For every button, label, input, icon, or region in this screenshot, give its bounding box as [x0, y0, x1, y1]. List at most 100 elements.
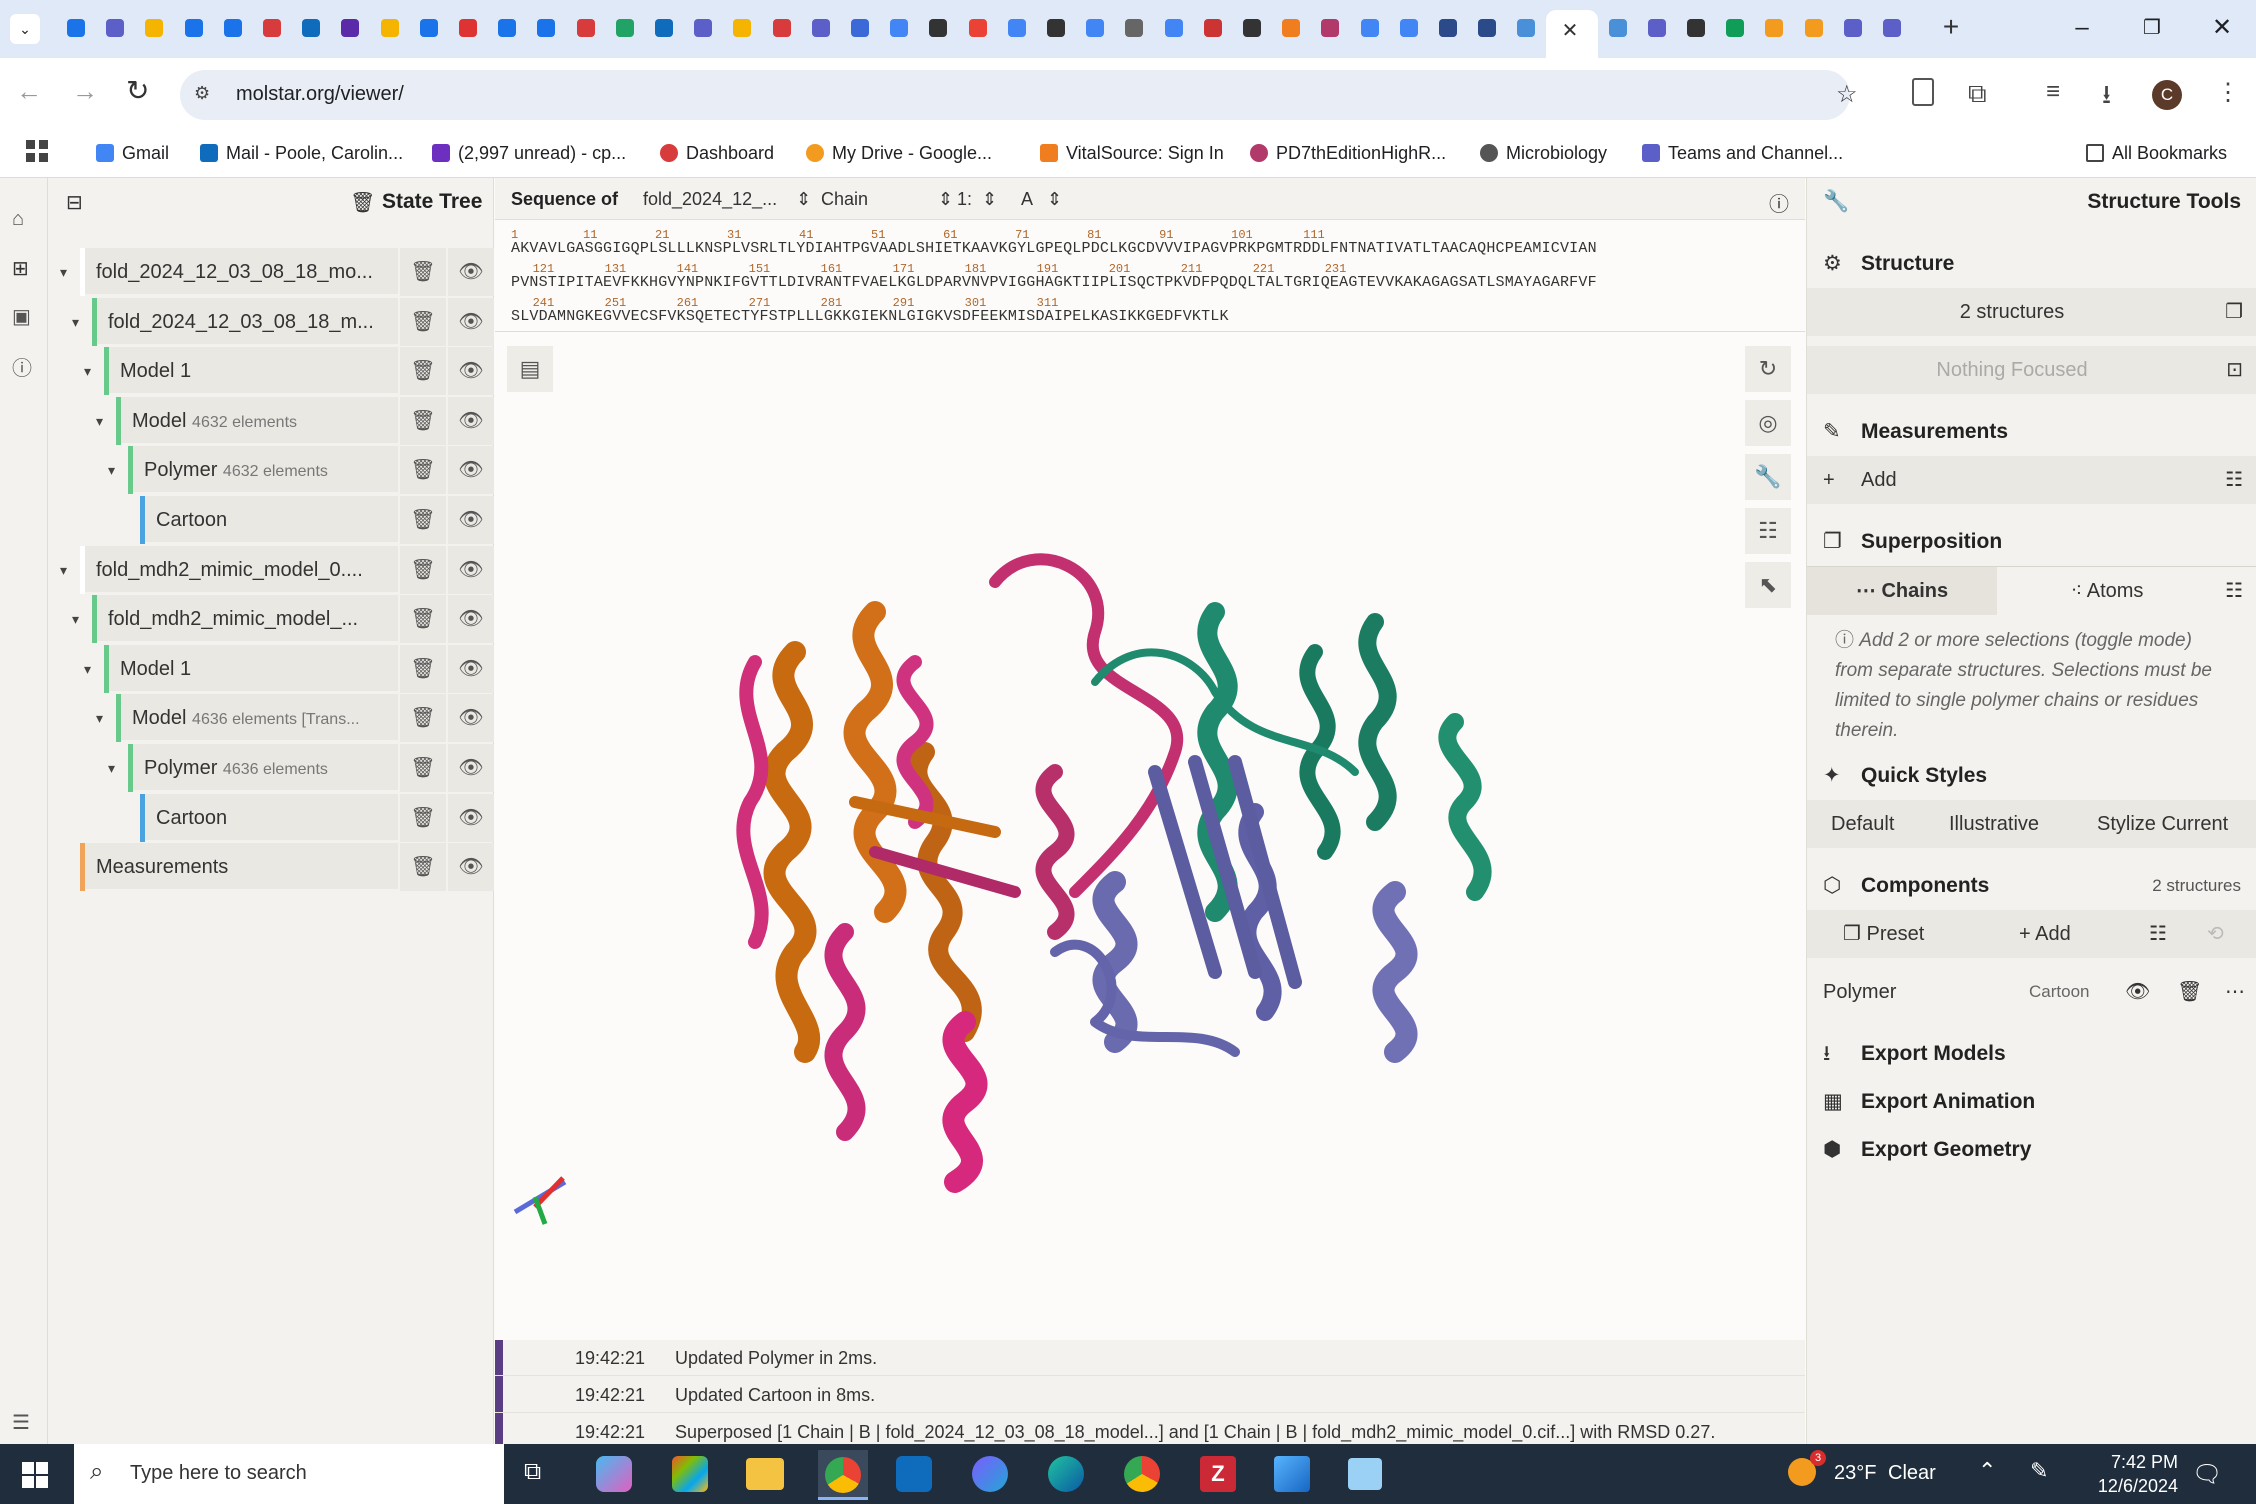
sequence-row[interactable]: SLVDAMNGKEGVVECSFVKSQETECTYFSTPLLLGKKGIE…	[511, 308, 1229, 325]
tab[interactable]	[572, 13, 600, 43]
state-tree-node[interactable]: ▾ fold_2024_12_03_08_18_mo... 🗑 👁	[60, 248, 494, 296]
sequence-view[interactable]: 1 11 21 31 41 51 61 71 81 91 101 111 AKV…	[495, 220, 1805, 332]
protein-cartoon-render[interactable]	[495, 332, 1805, 1340]
expand-caret-icon[interactable]: ▾	[96, 710, 103, 727]
bookmark-microbiology[interactable]: Microbiology	[1480, 138, 1607, 168]
profile-avatar[interactable]: C	[2152, 80, 2182, 110]
tab[interactable]	[415, 13, 443, 43]
superposition-section[interactable]: ❐ Superposition	[1807, 518, 2256, 566]
taskbar-app-photos[interactable]	[1274, 1456, 1310, 1492]
tab[interactable]	[1800, 13, 1828, 43]
tab[interactable]	[101, 13, 129, 43]
help-icon[interactable]: ⓘ	[12, 352, 32, 381]
measurements-add-button[interactable]: + Add ☷	[1807, 456, 2256, 504]
delete-node-icon[interactable]: 🗑	[398, 347, 446, 396]
reading-mode-icon[interactable]	[1912, 78, 1934, 106]
expand-caret-icon[interactable]: ▾	[60, 562, 67, 579]
delete-node-icon[interactable]: 🗑	[398, 545, 446, 594]
delete-node-icon[interactable]: 🗑	[398, 297, 446, 346]
visibility-eye-icon[interactable]: 👁	[446, 595, 494, 644]
tray-chevron-icon[interactable]: ⌃	[1978, 1458, 1996, 1484]
expand-caret-icon[interactable]: ▾	[84, 661, 91, 678]
taskbar-app-notes[interactable]	[1348, 1458, 1382, 1490]
expand-caret-icon[interactable]: ▾	[108, 760, 115, 777]
tab[interactable]	[807, 13, 835, 43]
clock-date[interactable]: 12/6/2024	[2080, 1476, 2178, 1497]
state-tree-node[interactable]: ▾ Polymer 4632 elements 🗑 👁	[108, 446, 494, 495]
taskbar-app-copilot-2[interactable]	[972, 1456, 1008, 1492]
bookmark-star-icon[interactable]: ☆	[1836, 80, 1858, 109]
tab[interactable]	[1473, 13, 1501, 43]
visibility-eye-icon[interactable]: 👁	[446, 297, 494, 346]
measurements-section[interactable]: ✎ Measurements	[1807, 408, 2256, 456]
tab[interactable]	[180, 13, 208, 43]
tab[interactable]	[1356, 13, 1384, 43]
export-animation-section[interactable]: ▦ Export Animation	[1807, 1078, 2256, 1126]
delete-node-icon[interactable]: 🗑	[398, 496, 446, 544]
delete-node-icon[interactable]: 🗑	[398, 793, 446, 842]
minimize-button[interactable]: –	[2062, 12, 2102, 44]
tab[interactable]	[1395, 13, 1423, 43]
export-geometry-section[interactable]: ⬢ Export Geometry	[1807, 1126, 2256, 1174]
state-tree-node[interactable]: Measurements 🗑 👁	[80, 843, 494, 892]
weather-condition[interactable]: Clear	[1888, 1462, 1936, 1485]
restore-button[interactable]: ❐	[2132, 12, 2172, 44]
taskbar-app-chrome[interactable]	[818, 1450, 868, 1500]
bookmark-unread[interactable]: (2,997 unread) - cp...	[432, 138, 626, 168]
expand-caret-icon[interactable]: ▾	[84, 363, 91, 380]
expand-caret-icon[interactable]: ▾	[72, 314, 79, 331]
entity-select[interactable]: 1: ⇕	[957, 189, 997, 210]
tab[interactable]	[1003, 13, 1031, 43]
export-models-section[interactable]: ⭳ Export Models	[1807, 1030, 2256, 1078]
windows-start-icon[interactable]	[22, 1462, 48, 1488]
clock-time[interactable]: 7:42 PM	[2090, 1452, 2178, 1473]
delete-node-icon[interactable]: 🗑	[398, 248, 446, 296]
weather-temp[interactable]: 23°F	[1834, 1462, 1876, 1485]
tab[interactable]	[1434, 13, 1462, 43]
representation-label[interactable]: Cartoon	[2029, 968, 2089, 1016]
more-options-icon[interactable]: ⋯	[2225, 968, 2245, 1016]
address-bar[interactable]: ⚙ molstar.org/viewer/ ☆	[180, 70, 1858, 120]
tab[interactable]	[258, 13, 286, 43]
structure-list-icon[interactable]: ❐	[2225, 288, 2243, 336]
tab[interactable]	[297, 13, 325, 43]
visibility-eye-icon[interactable]: 👁	[446, 744, 494, 792]
tree-view-icon[interactable]: ⊟	[66, 190, 83, 215]
expand-caret-icon[interactable]: ▾	[96, 413, 103, 430]
tab[interactable]	[1604, 13, 1632, 43]
delete-node-icon[interactable]: 🗑	[398, 595, 446, 644]
structure-select[interactable]: fold_2024_12_... ⇕	[643, 189, 811, 210]
clear-state-icon[interactable]: 🗑	[350, 190, 375, 215]
taskbar-app-outlook[interactable]	[896, 1456, 932, 1492]
preset-button[interactable]: ❐ Preset	[1843, 910, 1924, 958]
state-tree-icon[interactable]: ⊞	[12, 256, 29, 281]
tab[interactable]	[1160, 13, 1188, 43]
site-info-icon[interactable]: ⚙	[194, 83, 210, 104]
tab[interactable]	[454, 13, 482, 43]
tab[interactable]	[1238, 13, 1266, 43]
bookmark-teams[interactable]: Teams and Channel...	[1642, 138, 1843, 168]
visibility-eye-icon[interactable]: 👁	[446, 793, 494, 842]
taskbar-app-zotero[interactable]: Z	[1200, 1456, 1236, 1492]
delete-node-icon[interactable]: 🗑	[398, 843, 446, 892]
bookmark-pd7th[interactable]: PD7thEditionHighR...	[1250, 138, 1446, 168]
tab[interactable]	[62, 13, 90, 43]
delete-node-icon[interactable]: 🗑	[398, 446, 446, 495]
tab-active[interactable]: ✕	[1545, 10, 1598, 58]
focus-target-icon[interactable]: ⊡	[2226, 346, 2243, 394]
tab[interactable]	[1760, 13, 1788, 43]
visibility-eye-icon[interactable]: 👁	[446, 545, 494, 594]
visibility-eye-icon[interactable]: 👁	[446, 694, 494, 743]
new-tab-button[interactable]: +	[1936, 12, 1966, 44]
all-bookmarks[interactable]: All Bookmarks	[2086, 138, 2227, 168]
tab[interactable]	[1878, 13, 1906, 43]
tab[interactable]	[768, 13, 796, 43]
tab[interactable]	[1512, 13, 1540, 43]
bookmark-my-drive[interactable]: My Drive - Google...	[806, 138, 992, 168]
sequence-help-icon[interactable]: ⓘ	[1769, 188, 1789, 217]
taskbar-app-explorer[interactable]	[746, 1458, 784, 1490]
tab[interactable]	[219, 13, 247, 43]
taskbar-app-chrome-2[interactable]	[1124, 1456, 1160, 1492]
bookmark-mail[interactable]: Mail - Poole, Carolin...	[200, 138, 403, 168]
state-tree-node[interactable]: ▾ fold_mdh2_mimic_model_... 🗑 👁	[72, 595, 494, 644]
